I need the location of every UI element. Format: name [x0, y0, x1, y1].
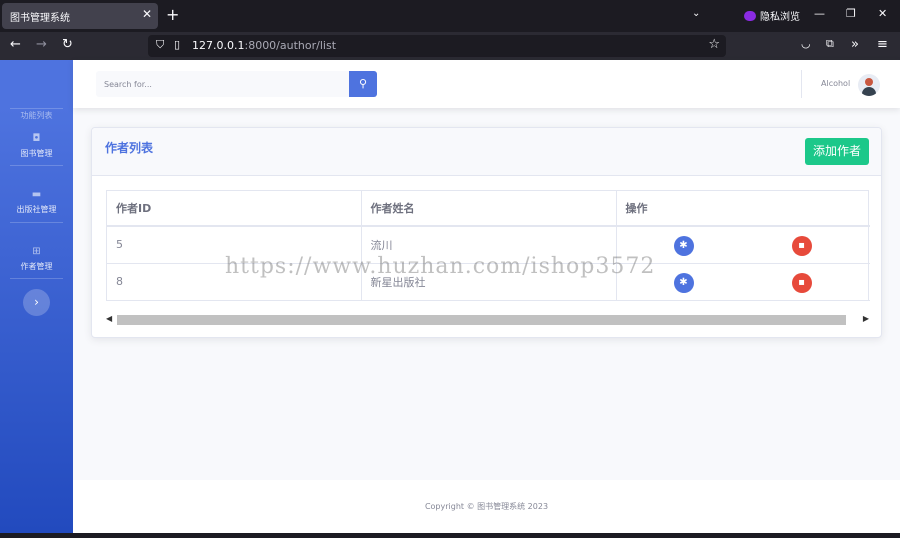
search-button[interactable]: ⚲: [349, 71, 377, 97]
scroll-right-arrow-icon[interactable]: ▶: [859, 313, 869, 325]
address-bar[interactable]: ⛉ ▯ 127.0.0.1:8000/author/list ☆: [148, 35, 726, 57]
card-header: 作者列表 添加作者: [92, 128, 881, 176]
watermark-text: https://www.huzhan.com/ishop3572: [225, 254, 656, 279]
camera-icon: ◘: [32, 133, 41, 144]
topbar: ⚲ Alcohol: [73, 60, 900, 108]
overflow-chevrons-icon[interactable]: »: [851, 37, 859, 52]
page-info-icon[interactable]: ▯: [174, 38, 180, 51]
sidebar-divider: [10, 222, 63, 223]
sidebar-toggle-button[interactable]: ›: [23, 289, 50, 316]
scrollbar-thumb[interactable]: [117, 315, 846, 325]
browser-tab-bar: 图书管理系统 ✕ + ⌄ 隐私浏览 — ❐ ✕: [0, 0, 900, 32]
sidebar-heading: 功能列表: [20, 111, 53, 120]
sidebar-item-publishers[interactable]: ▬ 出版社管理: [0, 189, 73, 215]
browser-nav-bar: ← → ↻ ⛉ ▯ 127.0.0.1:8000/author/list ☆ ◡…: [0, 32, 900, 60]
table-header-row: 作者ID 作者姓名 操作: [107, 191, 870, 227]
avatar-head: [865, 78, 873, 86]
menu-hamburger-icon[interactable]: ≡: [877, 37, 888, 52]
sidebar-item-label: 出版社管理: [16, 205, 57, 214]
user-name[interactable]: Alcohol: [821, 79, 850, 88]
reload-icon[interactable]: ↻: [62, 37, 73, 52]
tab-title: 图书管理系统: [10, 13, 70, 24]
sidebar-item-label: 作者管理: [20, 262, 53, 271]
column-header-actions: 操作: [616, 191, 870, 227]
author-table: 作者ID 作者姓名 操作 5 流川 ✱ ▪ 8 新星出版社 ✱ ▪: [107, 191, 870, 301]
sidebar-divider: [10, 165, 63, 166]
url-path: :8000/author/list: [244, 39, 337, 52]
taskbar-strip: [0, 533, 900, 538]
forward-arrow-icon[interactable]: →: [36, 37, 47, 52]
author-table-wrapper: 作者ID 作者姓名 操作 5 流川 ✱ ▪ 8 新星出版社 ✱ ▪: [106, 190, 870, 301]
trash-icon: ▪: [798, 276, 805, 288]
topbar-divider: [801, 70, 802, 98]
avatar[interactable]: [858, 74, 880, 96]
delete-button[interactable]: ▪: [791, 236, 812, 256]
column-header-name: 作者姓名: [361, 191, 617, 227]
bookmark-star-icon[interactable]: ☆: [708, 37, 720, 52]
shield-icon[interactable]: ⛉: [156, 38, 164, 52]
pocket-icon[interactable]: ◡: [801, 37, 811, 50]
sidebar: 功能列表 ◘ 图书管理 ▬ 出版社管理 ⊞ 作者管理 ›: [0, 60, 73, 533]
avatar-body: [862, 87, 876, 96]
copyright-text: Copyright © 图书管理系统 2023: [424, 502, 549, 511]
footer: Copyright © 图书管理系统 2023: [73, 480, 900, 533]
sidebar-divider: [10, 278, 63, 279]
url-text[interactable]: 127.0.0.1:8000/author/list: [192, 39, 336, 52]
search-input[interactable]: [96, 71, 349, 97]
page-title: 作者列表: [105, 141, 154, 155]
new-tab-button[interactable]: +: [166, 6, 179, 24]
browser-tab[interactable]: 图书管理系统 ✕: [2, 3, 158, 29]
minimize-button[interactable]: —: [814, 7, 825, 20]
table-icon: ⊞: [32, 246, 41, 257]
private-browsing-label: 隐私浏览: [760, 12, 800, 23]
back-arrow-icon[interactable]: ←: [10, 37, 21, 52]
add-author-button[interactable]: 添加作者: [805, 138, 869, 165]
close-window-button[interactable]: ✕: [878, 7, 887, 20]
author-list-card: 作者列表 添加作者 作者ID 作者姓名 操作 5 流川 ✱ ▪ 8 新星出版社 …: [91, 127, 882, 338]
edit-button[interactable]: ✱: [673, 272, 694, 293]
scroll-left-arrow-icon[interactable]: ◀: [106, 313, 116, 325]
folder-icon: ▬: [31, 189, 42, 200]
tab-close-icon[interactable]: ✕: [142, 7, 152, 21]
horizontal-scrollbar[interactable]: ◀ ▶: [106, 313, 869, 325]
sidebar-item-label: 图书管理: [20, 149, 53, 158]
extensions-icon[interactable]: ⧉: [826, 37, 834, 51]
sidebar-item-books[interactable]: ◘ 图书管理: [0, 133, 73, 159]
sidebar-divider: [10, 108, 63, 109]
gear-icon: ✱: [679, 240, 688, 251]
edit-button[interactable]: ✱: [673, 236, 694, 256]
tab-list-chevron-icon[interactable]: ⌄: [692, 8, 700, 19]
search-icon: ⚲: [358, 77, 368, 90]
page: 功能列表 ◘ 图书管理 ▬ 出版社管理 ⊞ 作者管理 › ⚲ Alcohol: [0, 60, 900, 533]
url-host: 127.0.0.1: [192, 39, 245, 52]
private-mask-icon: [744, 10, 756, 21]
column-header-id: 作者ID: [107, 191, 362, 227]
private-browsing-indicator: 隐私浏览: [744, 8, 800, 23]
delete-button[interactable]: ▪: [791, 272, 812, 293]
restore-button[interactable]: ❐: [846, 7, 856, 20]
sidebar-item-authors[interactable]: ⊞ 作者管理: [0, 246, 73, 272]
gear-icon: ✱: [679, 276, 688, 288]
trash-icon: ▪: [798, 240, 805, 251]
